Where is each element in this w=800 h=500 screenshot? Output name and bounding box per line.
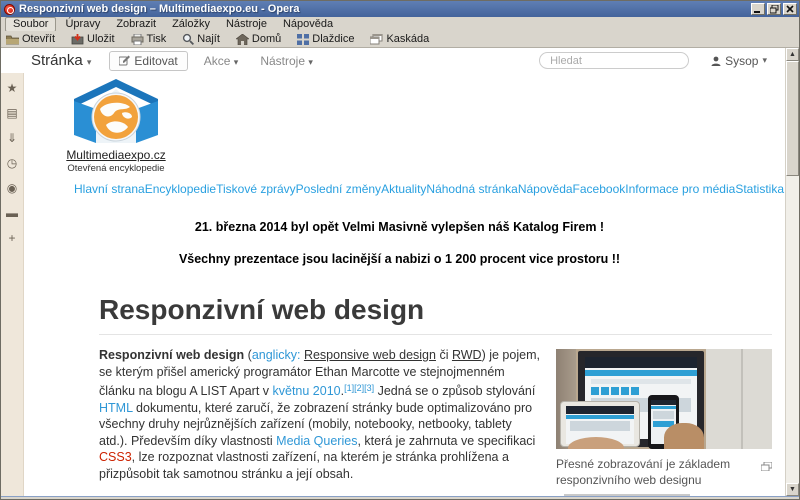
nav-statistika[interactable]: Statistika bbox=[735, 182, 784, 196]
site-logo[interactable]: Multimediaexpo.cz Otevřená encyklopedie bbox=[41, 77, 191, 174]
close-button[interactable] bbox=[783, 3, 797, 15]
site-nav: Hlavní strana Encyklopedie Tiskové zpráv… bbox=[74, 182, 765, 196]
menu-upravy[interactable]: Úpravy bbox=[58, 18, 107, 31]
user-icon bbox=[711, 56, 721, 66]
scrollbar-track[interactable] bbox=[786, 176, 799, 483]
opera-icon bbox=[4, 4, 15, 15]
second-thumbnail-frame[interactable] bbox=[564, 494, 690, 496]
site-title-link[interactable]: Multimediaexpo.cz bbox=[41, 148, 191, 162]
edit-pencil-icon bbox=[119, 55, 130, 66]
window-bottom-edge bbox=[1, 496, 799, 499]
panels-icon[interactable]: ▬ bbox=[1, 206, 23, 220]
page-menu[interactable]: Stránka ▾ bbox=[31, 52, 91, 69]
photo-hand-right bbox=[664, 423, 704, 449]
multimediaexpo-logo-icon bbox=[66, 77, 166, 147]
scrollbar-thumb[interactable] bbox=[786, 61, 799, 176]
downloads-icon[interactable]: ⇓ bbox=[1, 131, 23, 145]
edit-button[interactable]: Editovat bbox=[109, 51, 187, 71]
wiki-action-bar: Stránka ▾ Editovat Akce ▾ Nástroje ▾ Sys… bbox=[1, 48, 785, 73]
site-subtitle: Otevřená encyklopedie bbox=[41, 163, 191, 174]
menu-zobrazit[interactable]: Zobrazit bbox=[109, 18, 163, 31]
menubar: Soubor Úpravy Zobrazit Záložky Nástroje … bbox=[1, 17, 799, 31]
tools-menu[interactable]: Nástroje ▾ bbox=[260, 54, 313, 68]
nav-aktuality[interactable]: Aktuality bbox=[381, 182, 426, 196]
home-button[interactable]: Domů bbox=[236, 33, 281, 45]
nav-encyklopedie[interactable]: Encyklopedie bbox=[145, 182, 216, 196]
find-button[interactable]: Najít bbox=[182, 33, 220, 45]
opera-panel-bar: ★ ▤ ⇓ ◷ ◉ ▬ + bbox=[1, 73, 24, 496]
article: Responzivní web design bbox=[99, 294, 772, 496]
scroll-up-button[interactable]: ▲ bbox=[786, 48, 799, 61]
image-caption: Přesné zobrazování je základem responziv… bbox=[556, 456, 772, 488]
page-content: Multimediaexpo.cz Otevřená encyklopedie … bbox=[24, 73, 785, 496]
responsive-design-photo[interactable] bbox=[556, 349, 772, 449]
opera-window: Responzivní web design – Multimediaexpo.… bbox=[0, 0, 800, 500]
notice-line-1: 21. března 2014 byl opět Velmi Masivně v… bbox=[54, 220, 745, 234]
folder-open-icon bbox=[6, 34, 19, 45]
tiles-button[interactable]: Dlaždice bbox=[297, 33, 354, 45]
site-notice: 21. března 2014 byl opět Velmi Masivně v… bbox=[54, 220, 745, 266]
bookmarks-star-icon[interactable]: ★ bbox=[1, 81, 23, 95]
save-icon bbox=[71, 34, 84, 45]
magnify-icon[interactable] bbox=[761, 459, 772, 475]
scroll-down-button[interactable]: ▼ bbox=[786, 483, 799, 496]
chevron-down-icon: ▾ bbox=[762, 55, 767, 66]
page-title: Responzivní web design bbox=[99, 294, 772, 335]
tiles-icon bbox=[297, 34, 309, 45]
nav-tiskove-zpravy[interactable]: Tiskové zprávy bbox=[216, 182, 296, 196]
printer-icon bbox=[131, 34, 144, 45]
home-icon bbox=[236, 34, 249, 45]
search-input[interactable] bbox=[539, 52, 689, 69]
add-panel-icon[interactable]: + bbox=[1, 231, 23, 245]
restore-button[interactable] bbox=[767, 3, 781, 15]
search-icon bbox=[182, 33, 194, 45]
notes-icon[interactable]: ▤ bbox=[1, 106, 23, 120]
menu-soubor[interactable]: Soubor bbox=[5, 17, 56, 32]
print-button[interactable]: Tisk bbox=[131, 33, 167, 45]
nav-hlavni-strana[interactable]: Hlavní strana bbox=[74, 182, 145, 196]
article-thumbnail[interactable]: Přesné zobrazování je základem responziv… bbox=[556, 349, 772, 496]
save-button[interactable]: Uložit bbox=[71, 33, 115, 45]
nav-informace-pro-media[interactable]: Informace pro média bbox=[625, 182, 735, 196]
chevron-down-icon: ▾ bbox=[234, 57, 239, 67]
photo-wall-right bbox=[706, 349, 772, 449]
minimize-button[interactable] bbox=[751, 3, 765, 15]
menu-napoveda[interactable]: Nápověda bbox=[276, 18, 340, 31]
open-button[interactable]: Otevřít bbox=[6, 33, 55, 45]
photo-wall-seam bbox=[741, 349, 743, 449]
history-clock-icon[interactable]: ◷ bbox=[1, 156, 23, 170]
nav-napoveda[interactable]: Nápověda bbox=[518, 182, 573, 196]
user-menu[interactable]: Sysop ▾ bbox=[711, 54, 767, 68]
actions-menu[interactable]: Akce ▾ bbox=[204, 54, 239, 68]
chevron-down-icon: ▾ bbox=[308, 57, 313, 67]
chevron-down-icon: ▾ bbox=[87, 57, 92, 67]
menu-nastroje[interactable]: Nástroje bbox=[219, 18, 274, 31]
titlebar[interactable]: Responzivní web design – Multimediaexpo.… bbox=[1, 1, 799, 17]
vertical-scrollbar[interactable]: ▲ ▼ bbox=[785, 48, 799, 496]
nav-facebook[interactable]: Facebook bbox=[573, 182, 626, 196]
nav-posledni-zmeny[interactable]: Poslední změny bbox=[296, 182, 381, 196]
window-title: Responzivní web design – Multimediaexpo.… bbox=[19, 3, 751, 15]
notice-line-2: Všechny prezentace jsou lacinější a nabi… bbox=[54, 252, 745, 266]
toolbar: Otevřít Uložit Tisk Najít Domů Dlaždice … bbox=[1, 31, 799, 48]
menu-zalozky[interactable]: Záložky bbox=[165, 18, 217, 31]
cascade-button[interactable]: Kaskáda bbox=[370, 33, 429, 45]
nav-nahodna-stranka[interactable]: Náhodná stránka bbox=[426, 182, 517, 196]
info-icon[interactable]: ◉ bbox=[1, 181, 23, 195]
cascade-icon bbox=[370, 34, 383, 45]
